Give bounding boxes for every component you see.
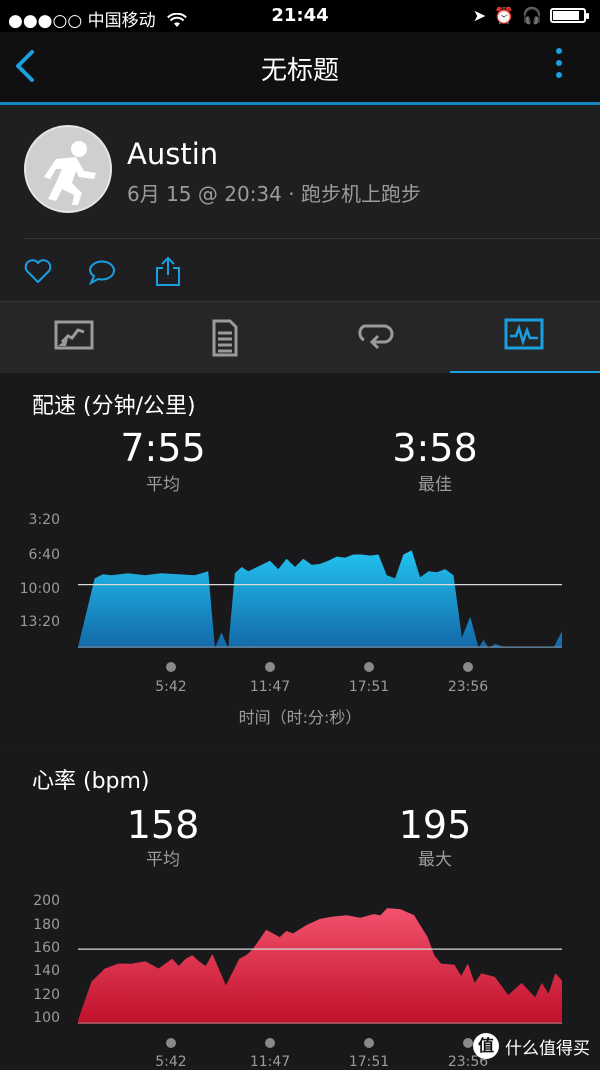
activity-meta: 6月 15 @ 20:34 · 跑步机上跑步 [127,182,421,206]
pace-title: 配速 (分钟/公里) [32,394,196,419]
pace-best-label: 最佳 [418,475,452,495]
comment-icon[interactable] [86,255,118,287]
hr-area-series [78,908,562,1024]
hr-ytick: 180 [33,917,60,933]
hr-max-label: 最大 [418,850,452,870]
battery-icon [550,8,589,23]
tab-details[interactable] [150,302,300,374]
page-title: 无标题 [260,56,339,86]
x-marker-dot [364,1038,374,1048]
hr-ytick: 140 [33,963,60,979]
watermark: 值 什么值得买 [473,1033,590,1059]
details-list-icon [212,319,238,357]
battery-level [553,11,579,20]
hr-avg-value: 158 [126,803,200,847]
divider [24,238,600,239]
pace-ytick: 13:20 [19,614,60,630]
headphones-icon: 🎧 [522,6,542,25]
pace-best-value: 3:58 [392,426,478,470]
avatar[interactable] [24,125,112,213]
pace-xtick: 23:56 [447,679,489,695]
pace-area-series [78,550,562,648]
x-marker-dot [364,662,374,672]
activity-tabs [0,301,600,374]
watermark-badge: 值 [473,1033,499,1059]
pace-ytick: 3:20 [28,512,60,528]
hr-ytick: 160 [33,940,60,956]
pace-ytick: 10:00 [19,581,60,597]
status-bar: ●●●○○ 中国移动 21:44 ➤ ⏰ 🎧 [0,0,600,32]
x-marker-dot [463,662,473,672]
heart-icon[interactable] [22,255,54,287]
charts-icon [504,318,544,350]
x-marker-dot [463,1038,473,1048]
pace-xtick: 11:47 [249,679,291,695]
tab-laps[interactable] [300,302,450,374]
runner-silhouette-icon [44,141,96,205]
location-arrow-icon: ➤ [472,6,487,25]
activity-header: Austin 6月 15 @ 20:34 · 跑步机上跑步 [0,105,600,301]
pace-avg-label: 平均 [146,475,180,495]
share-icon[interactable] [152,255,184,287]
hr-ytick: 120 [33,987,60,1003]
x-marker-dot [265,662,275,672]
pace-section: 配速 (分钟/公里) 7:55 平均 3:58 最佳 3:20 6:40 10:… [0,373,600,747]
watermark-text: 什么值得买 [505,1038,590,1059]
x-marker-dot [166,1038,176,1048]
pace-chart[interactable] [78,513,562,648]
tab-map[interactable] [0,302,150,374]
heart-rate-chart[interactable] [78,896,562,1024]
tab-charts[interactable] [450,302,600,374]
more-options-icon[interactable] [554,48,564,88]
hr-xtick: 11:47 [249,1054,291,1070]
hr-avg-label: 平均 [146,850,180,870]
heart-rate-title: 心率 (bpm) [32,769,150,794]
hr-ytick: 100 [33,1010,60,1026]
pace-avg-value: 7:55 [120,426,206,470]
hr-max-value: 195 [398,803,472,847]
nav-bar: 无标题 [0,32,600,105]
map-chart-icon [54,320,94,350]
heart-rate-section: 心率 (bpm) 158 平均 195 最大 200 180 160 140 1… [0,748,600,1070]
pace-xtick: 5:42 [155,679,187,695]
x-marker-dot [166,662,176,672]
user-name[interactable]: Austin [127,137,218,171]
alarm-icon: ⏰ [494,6,515,25]
x-marker-dot [265,1038,275,1048]
pace-x-axis-label: 时间（时:分:秒） [238,708,362,727]
hr-xtick: 5:42 [155,1054,187,1070]
hr-ytick: 200 [33,893,60,909]
hr-xtick: 17:51 [348,1054,390,1070]
pace-ytick: 6:40 [28,547,60,563]
pace-xtick: 17:51 [348,679,390,695]
laps-loop-icon [358,324,394,350]
